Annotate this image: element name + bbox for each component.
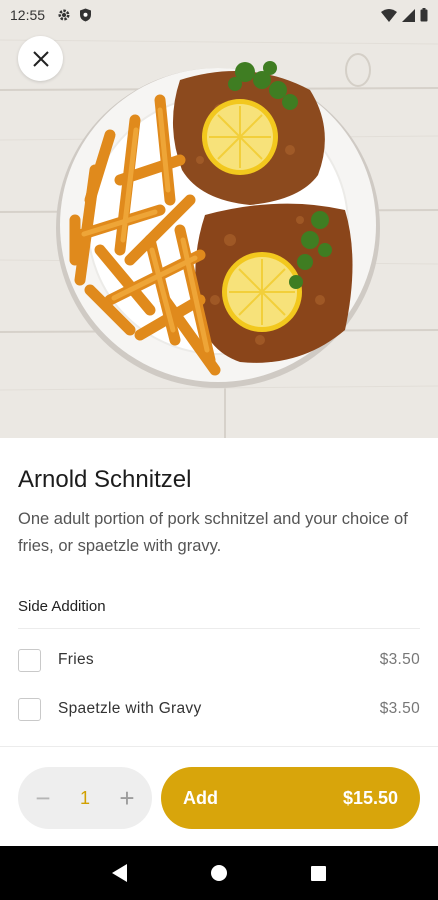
plus-button[interactable]: + <box>118 785 136 811</box>
item-description: One adult portion of pork schnitzel and … <box>18 510 408 555</box>
divider <box>18 628 420 629</box>
system-nav-bar <box>0 846 438 900</box>
spaetzle-checkbox[interactable] <box>18 697 41 721</box>
bottom-action-bar: − 1 + Add $15.50 <box>0 746 438 846</box>
add-to-cart-button[interactable]: Add $15.50 <box>161 767 420 829</box>
gear-icon <box>57 8 71 22</box>
quantity-value: 1 <box>79 787 90 808</box>
option-label: Fries <box>58 651 94 668</box>
side-addition-title: Side Addition <box>18 598 106 615</box>
option-fries[interactable]: Fries $3.50 <box>18 645 420 675</box>
option-price: $3.50 <box>379 651 420 668</box>
back-icon[interactable] <box>100 853 140 893</box>
minus-button[interactable]: − <box>34 785 52 811</box>
option-label: Spaetzle with Gravy <box>58 700 202 717</box>
status-bar: 12:55 <box>0 0 438 30</box>
add-price: $15.50 <box>342 787 398 808</box>
wifi-icon <box>381 8 397 22</box>
shield-icon <box>79 8 92 22</box>
close-button[interactable] <box>18 36 63 81</box>
battery-icon <box>420 8 428 22</box>
quantity-stepper: − 1 + <box>18 767 152 829</box>
item-title: Arnold Schnitzel <box>18 466 192 493</box>
option-price: $3.50 <box>379 700 420 717</box>
recents-icon[interactable] <box>298 853 338 893</box>
status-time: 12:55 <box>10 7 46 23</box>
signal-icon <box>402 8 415 22</box>
option-spaetzle[interactable]: Spaetzle with Gravy $3.50 <box>18 694 420 724</box>
home-icon[interactable] <box>199 853 239 893</box>
fries-checkbox[interactable] <box>18 648 41 672</box>
schnitzel-photo <box>0 0 438 438</box>
add-label: Add <box>183 787 218 808</box>
close-icon <box>32 50 50 68</box>
hero-image <box>0 0 438 438</box>
